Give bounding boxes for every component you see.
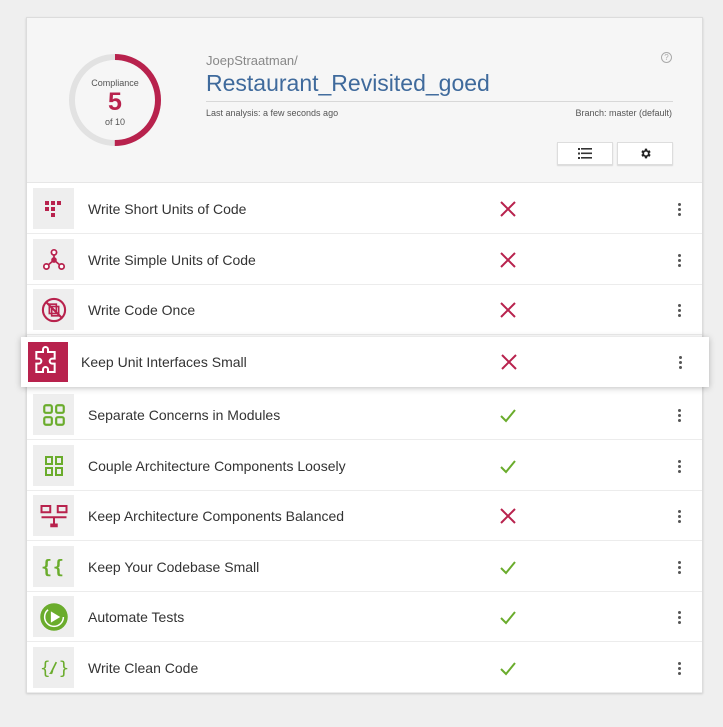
- settings-button[interactable]: [617, 142, 673, 165]
- couple-components-icon: [33, 445, 74, 486]
- help-icon[interactable]: ?: [661, 52, 672, 63]
- guideline-row[interactable]: {} Write Clean Code: [27, 643, 702, 693]
- svg-text:{: {: [52, 557, 63, 578]
- fail-x-icon: [498, 250, 518, 270]
- balanced-components-icon: [33, 495, 74, 536]
- pass-check-icon: [498, 456, 518, 476]
- guideline-label: Separate Concerns in Modules: [88, 407, 281, 423]
- more-options-icon[interactable]: [673, 249, 685, 271]
- guideline-row[interactable]: Keep Architecture Components Balanced: [27, 491, 702, 541]
- fail-x-icon: [499, 352, 519, 372]
- more-options-icon[interactable]: [673, 299, 685, 321]
- automate-tests-icon: [33, 596, 74, 637]
- more-options-icon[interactable]: [673, 556, 685, 578]
- compliance-label: Compliance: [91, 78, 139, 88]
- guideline-row[interactable]: Keep Unit Interfaces Small: [21, 337, 709, 387]
- simple-units-icon: [33, 239, 74, 280]
- header-divider: [206, 101, 673, 102]
- more-options-icon[interactable]: [673, 404, 685, 426]
- pass-check-icon: [498, 405, 518, 425]
- pass-check-icon: [498, 557, 518, 577]
- more-options-icon[interactable]: [673, 505, 685, 527]
- compliance-of: of 10: [104, 117, 126, 127]
- list-icon: [578, 148, 592, 159]
- more-options-icon[interactable]: [673, 455, 685, 477]
- guideline-row[interactable]: Write Code Once: [27, 285, 702, 335]
- repository-header: Compliance 5 of 10 JoepStraatman/ Restau…: [27, 18, 702, 183]
- guideline-label: Write Simple Units of Code: [88, 252, 256, 268]
- unit-interfaces-icon: [27, 341, 68, 382]
- repository-owner[interactable]: JoepStraatman/: [206, 53, 298, 68]
- branch-info: Branch: master (default): [575, 108, 672, 118]
- compliance-score: Compliance 5 of 10: [67, 52, 163, 148]
- code-once-icon: [33, 289, 74, 330]
- short-units-icon: [33, 188, 74, 229]
- separate-concerns-icon: [33, 394, 74, 435]
- fail-x-icon: [498, 300, 518, 320]
- guideline-label: Couple Architecture Components Loosely: [88, 458, 346, 474]
- codebase-small-icon: {{: [33, 546, 74, 587]
- guideline-label: Write Code Once: [88, 302, 196, 318]
- repository-title: Restaurant_Revisited_goed: [206, 70, 490, 96]
- svg-text:{: {: [41, 557, 52, 578]
- pass-check-icon: [498, 658, 518, 678]
- guideline-label: Write Short Units of Code: [88, 201, 247, 217]
- more-options-icon[interactable]: [673, 606, 685, 628]
- gear-icon: [640, 148, 651, 159]
- svg-text:}: }: [58, 658, 67, 678]
- guideline-row[interactable]: Separate Concerns in Modules: [27, 390, 702, 440]
- guideline-row[interactable]: Write Simple Units of Code: [27, 235, 702, 285]
- guideline-row[interactable]: Automate Tests: [27, 592, 702, 642]
- list-view-button[interactable]: [557, 142, 613, 165]
- guideline-row[interactable]: {{ Keep Your Codebase Small: [27, 542, 702, 592]
- svg-text:{: {: [40, 658, 51, 678]
- guideline-label: Write Clean Code: [88, 660, 199, 676]
- last-analysis: Last analysis: a few seconds ago: [206, 108, 339, 118]
- fail-x-icon: [498, 199, 518, 219]
- repository-card: Compliance 5 of 10 JoepStraatman/ Restau…: [21, 17, 709, 693]
- guideline-row[interactable]: Write Short Units of Code: [27, 184, 702, 234]
- guideline-label: Automate Tests: [88, 609, 185, 625]
- guideline-row[interactable]: Couple Architecture Components Loosely: [27, 441, 702, 491]
- more-options-icon[interactable]: [673, 198, 685, 220]
- guideline-label: Keep Unit Interfaces Small: [81, 354, 247, 370]
- pass-check-icon: [498, 607, 518, 627]
- guideline-label: Keep Your Codebase Small: [88, 559, 260, 575]
- more-options-icon[interactable]: [674, 351, 686, 373]
- fail-x-icon: [498, 506, 518, 526]
- compliance-value: 5: [108, 88, 122, 116]
- more-options-icon[interactable]: [673, 657, 685, 679]
- guideline-label: Keep Architecture Components Balanced: [88, 508, 345, 524]
- clean-code-icon: {}: [33, 647, 74, 688]
